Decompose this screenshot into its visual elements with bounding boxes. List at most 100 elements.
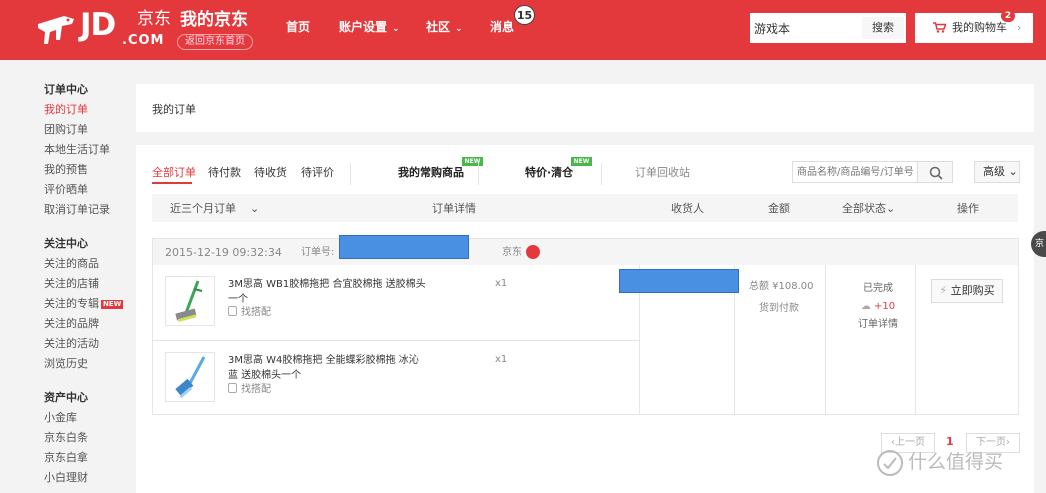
cart-label: 我的购物车 (952, 21, 1007, 34)
period-filter-label: 近三个月订单 (170, 202, 236, 215)
message-count-badge: 15 (514, 5, 535, 25)
logo-jd-text[interactable]: JD (80, 8, 116, 42)
lightning-icon: ⚡ (939, 284, 948, 297)
my-jd-title[interactable]: 我的京东 (180, 9, 248, 31)
sidebar-item-group-orders[interactable]: 团购订单 (44, 120, 134, 140)
column-actions: 操作 (957, 202, 979, 215)
jd-dog-logo-icon[interactable] (34, 10, 76, 50)
status-label: 已完成 (863, 283, 893, 294)
nav-home[interactable]: 首页 (286, 19, 310, 35)
mop-blue-image (175, 356, 206, 399)
sidebar-item-followed-brands[interactable]: 关注的品牌 (44, 314, 134, 334)
order-product: 3M思高 W4胶棉拖把 全能蝶彩胶棉拖 冰沁蓝 送胶棉头一个 找搭配 x1 (153, 340, 639, 415)
sidebar-item-my-orders[interactable]: 我的订单 (44, 100, 134, 120)
sidebar-item-cancelled[interactable]: 取消订单记录 (44, 200, 134, 220)
nav-community[interactable]: 社区 ⌄ (426, 19, 463, 37)
tab-frequent-products[interactable]: 我的常购商品 (398, 166, 464, 180)
advanced-label: 高级 (983, 165, 1005, 178)
tab-pending-receipt[interactable]: 待收货 (254, 166, 287, 180)
sidebar-item-followed-products[interactable]: 关注的商品 (44, 254, 134, 274)
find-pair-label: 找搭配 (241, 384, 271, 395)
site-search: 搜索 (750, 13, 906, 43)
advanced-search-button[interactable]: 高级 ⌄ (974, 161, 1020, 183)
product-quantity: x1 (495, 278, 508, 289)
chevron-down-icon: ⌄ (886, 202, 896, 215)
nav-community-label: 社区 (426, 20, 451, 34)
logo-cn-text[interactable]: 京东 (137, 9, 171, 29)
redaction-box (619, 269, 739, 293)
find-pair-link[interactable]: 找搭配 (228, 306, 271, 320)
column-amount: 金额 (768, 202, 790, 215)
sidebar-item-reviews[interactable]: 评价晒单 (44, 180, 134, 200)
nav-account-settings-label: 账户设置 (339, 20, 388, 34)
payment-method: 货到付款 (759, 303, 799, 314)
product-image[interactable] (165, 352, 215, 402)
sidebar-group-title-follow: 关注中心 (44, 237, 88, 250)
nav-account-settings[interactable]: 账户设置 ⌄ (339, 19, 400, 37)
order-search-button[interactable] (917, 161, 953, 183)
cart-button[interactable]: 我的购物车 › 2 (915, 10, 1033, 43)
product-name[interactable]: 3M思高 WB1胶棉拖把 合宜胶棉拖 送胶棉头一个 (228, 277, 428, 307)
status-filter[interactable]: 全部状态⌄ (842, 202, 895, 216)
redaction-box (339, 235, 469, 259)
product-image[interactable] (165, 276, 215, 326)
sidebar-item-presale[interactable]: 我的预售 (44, 160, 134, 180)
buy-again-label: 立即购买 (950, 284, 995, 297)
order-detail-link[interactable]: 订单详情 (843, 316, 913, 334)
shop-chat-icon[interactable] (526, 245, 540, 259)
order-number-label: 订单号: (301, 247, 335, 258)
order-amount: 总额 ¥108.00 货到付款 (749, 280, 839, 316)
nav-messages[interactable]: 消息 (490, 19, 514, 35)
sidebar-item-followed-events[interactable]: 关注的活动 (44, 334, 134, 354)
page-title: 我的订单 (152, 103, 196, 116)
chevron-down-icon: ⌄ (455, 24, 463, 34)
shop-name[interactable]: 京东 (502, 246, 522, 260)
nav-messages-label: 消息 (490, 20, 515, 34)
order-search-input[interactable] (792, 161, 918, 183)
sidebar-item-followed-albums[interactable]: 关注的专辑 NEW (44, 294, 134, 314)
tab-order-recycle-bin[interactable]: 订单回收站 (635, 166, 690, 180)
tab-divider (601, 163, 602, 185)
logo-com-text: .COM (122, 33, 165, 48)
chevron-down-icon: ⌄ (1008, 165, 1018, 178)
buy-again-button[interactable]: ⚡ 立即购买 (931, 279, 1003, 303)
site-search-input[interactable] (750, 13, 862, 43)
find-pair-link[interactable]: 找搭配 (228, 383, 271, 397)
period-filter[interactable]: 近三个月订单 ⌄ (170, 202, 259, 216)
sidebar-item-history[interactable]: 浏览历史 (44, 354, 134, 374)
product-name[interactable]: 3M思高 W4胶棉拖把 全能蝶彩胶棉拖 冰沁蓝 送胶棉头一个 (228, 353, 428, 383)
jd-beans: ☁ +10 (843, 298, 913, 316)
tab-clearance[interactable]: 特价·清仓 (525, 166, 573, 180)
tab-all-orders[interactable]: 全部订单 (152, 166, 196, 180)
sidebar-item-followed-shops[interactable]: 关注的店铺 (44, 274, 134, 294)
product-quantity: x1 (495, 354, 508, 365)
order-total: 总额 ¥108.00 (749, 281, 814, 292)
tab-divider (478, 163, 479, 185)
pair-icon (228, 306, 237, 316)
pair-icon (228, 383, 237, 393)
back-home-link[interactable]: 返回京东首页 (177, 34, 253, 50)
page-title-panel: 我的订单 (136, 84, 1034, 132)
sidebar-item-vault[interactable]: 小金库 (44, 408, 134, 428)
sidebar-item-label: 关注的专辑 (44, 297, 99, 310)
column-divider (915, 265, 916, 415)
sidebar-group-title-assets: 资产中心 (44, 391, 88, 404)
column-receiver: 收货人 (671, 202, 704, 215)
new-badge: NEW (462, 157, 483, 166)
sidebar-group-title-orders: 订单中心 (44, 83, 88, 96)
sidebar-item-finance[interactable]: 小白理财 (44, 468, 134, 488)
new-badge: NEW (571, 157, 592, 166)
orders-panel: 全部订单 待付款 待收货 待评价 我的常购商品 NEW 特价·清仓 NEW 订单… (136, 145, 1034, 493)
tab-pending-payment[interactable]: 待付款 (208, 166, 241, 180)
search-icon (929, 166, 943, 180)
tab-pending-review[interactable]: 待评价 (301, 166, 334, 180)
order-status: 已完成 ☁ +10 订单详情 (843, 280, 913, 334)
sidebar-item-local-orders[interactable]: 本地生活订单 (44, 140, 134, 160)
order-header: 2015-12-19 09:32:34 订单号: 京东 (153, 239, 1018, 265)
site-search-button[interactable]: 搜索 (862, 17, 904, 39)
find-pair-label: 找搭配 (241, 307, 271, 318)
sidebar-item-baitiao[interactable]: 京东白条 (44, 428, 134, 448)
cart-count-badge: 2 (1001, 10, 1015, 22)
sidebar-item-bainai[interactable]: 京东白拿 (44, 448, 134, 468)
mop-green-image (175, 280, 203, 323)
